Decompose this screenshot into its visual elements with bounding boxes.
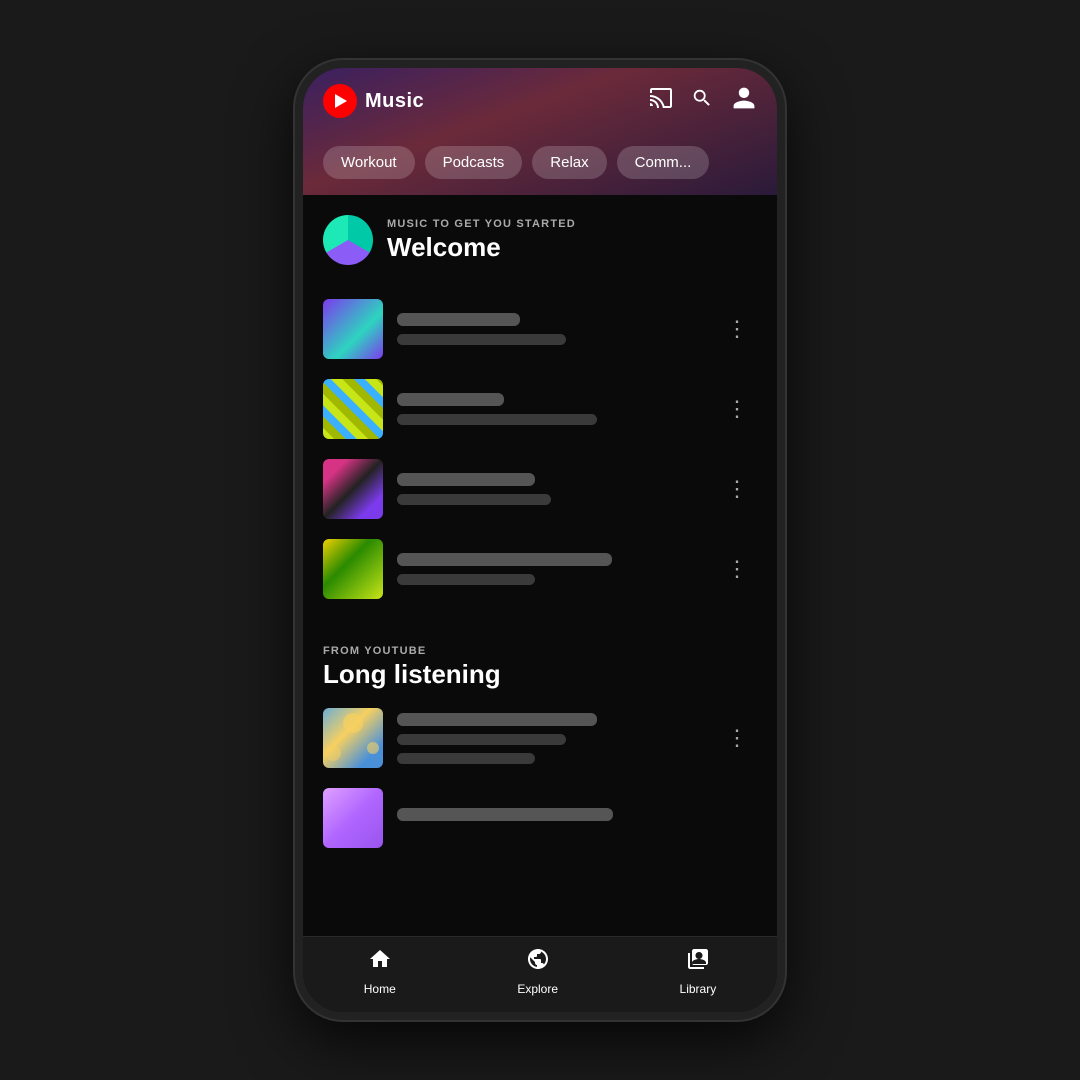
nav-library-label: Library [680, 982, 717, 996]
welcome-text-block: MUSIC TO GET YOU STARTED Welcome [387, 218, 576, 263]
app-header: Music [303, 68, 777, 195]
welcome-track-list: ⋮ ⋮ ⋮ [303, 289, 777, 609]
track-title-line [397, 808, 613, 821]
track-thumbnail[interactable] [323, 299, 383, 359]
cast-icon[interactable] [649, 88, 673, 114]
header-icons [649, 85, 757, 117]
track-item: ⋮ [323, 449, 757, 529]
track-thumbnail[interactable] [323, 539, 383, 599]
welcome-icon [323, 215, 373, 265]
track-item [323, 778, 757, 858]
track-extra-line [397, 753, 535, 764]
track-item: ⋮ [323, 289, 757, 369]
long-listening-title: Long listening [323, 659, 757, 690]
welcome-title: Welcome [387, 232, 576, 263]
track-thumbnail[interactable] [323, 708, 383, 768]
search-icon[interactable] [691, 87, 713, 115]
track-item: ⋮ [323, 529, 757, 609]
track-title-line [397, 393, 504, 406]
nav-library[interactable]: Library [680, 947, 717, 996]
library-icon [686, 947, 710, 978]
track-subtitle-line [397, 414, 597, 425]
youtube-music-logo-icon [323, 84, 357, 118]
track-subtitle-line [397, 494, 551, 505]
app-name: Music [365, 90, 424, 113]
long-listening-track-list: ⋮ [303, 698, 777, 858]
track-title-line [397, 713, 597, 726]
track-thumbnail[interactable] [323, 379, 383, 439]
more-options-button[interactable]: ⋮ [718, 394, 757, 424]
welcome-label: MUSIC TO GET YOU STARTED [387, 218, 576, 230]
explore-icon [526, 947, 550, 978]
chip-podcasts[interactable]: Podcasts [425, 146, 523, 179]
track-subtitle-line [397, 734, 566, 745]
more-options-button[interactable]: ⋮ [718, 314, 757, 344]
more-options-button[interactable]: ⋮ [718, 723, 757, 753]
track-item: ⋮ [323, 369, 757, 449]
phone-frame: Music [295, 60, 785, 1020]
more-options-button[interactable]: ⋮ [718, 554, 757, 584]
welcome-section: MUSIC TO GET YOU STARTED Welcome [303, 195, 777, 289]
header-top: Music [323, 84, 757, 118]
app-content: MUSIC TO GET YOU STARTED Welcome ⋮ [303, 195, 777, 936]
nav-explore-label: Explore [517, 982, 558, 996]
nav-home[interactable]: Home [364, 947, 396, 996]
track-subtitle-line [397, 334, 566, 345]
more-options-button[interactable]: ⋮ [718, 474, 757, 504]
track-info [397, 553, 704, 585]
chip-relax[interactable]: Relax [532, 146, 606, 179]
long-listening-label: FROM YOUTUBE [323, 645, 757, 657]
nav-home-label: Home [364, 982, 396, 996]
bottom-nav: Home Explore Library [303, 936, 777, 1012]
track-title-line [397, 553, 612, 566]
long-listening-text-block: FROM YOUTUBE Long listening [323, 645, 757, 690]
track-info [397, 473, 704, 505]
track-item: ⋮ [323, 698, 757, 778]
home-icon [368, 947, 392, 978]
track-thumbnail[interactable] [323, 459, 383, 519]
long-listening-section: FROM YOUTUBE Long listening [303, 625, 777, 698]
track-title-line [397, 313, 520, 326]
chip-community[interactable]: Comm... [617, 146, 710, 179]
track-info [397, 313, 704, 345]
chip-workout[interactable]: Workout [323, 146, 415, 179]
track-title-line [397, 473, 535, 486]
track-info [397, 808, 757, 829]
account-icon[interactable] [731, 85, 757, 117]
logo-area: Music [323, 84, 424, 118]
track-info [397, 393, 704, 425]
welcome-section-header: MUSIC TO GET YOU STARTED Welcome [323, 215, 757, 265]
track-info [397, 713, 704, 764]
nav-explore[interactable]: Explore [517, 947, 558, 996]
track-thumbnail[interactable] [323, 788, 383, 848]
chips-row: Workout Podcasts Relax Comm... [323, 134, 757, 195]
track-subtitle-line [397, 574, 535, 585]
